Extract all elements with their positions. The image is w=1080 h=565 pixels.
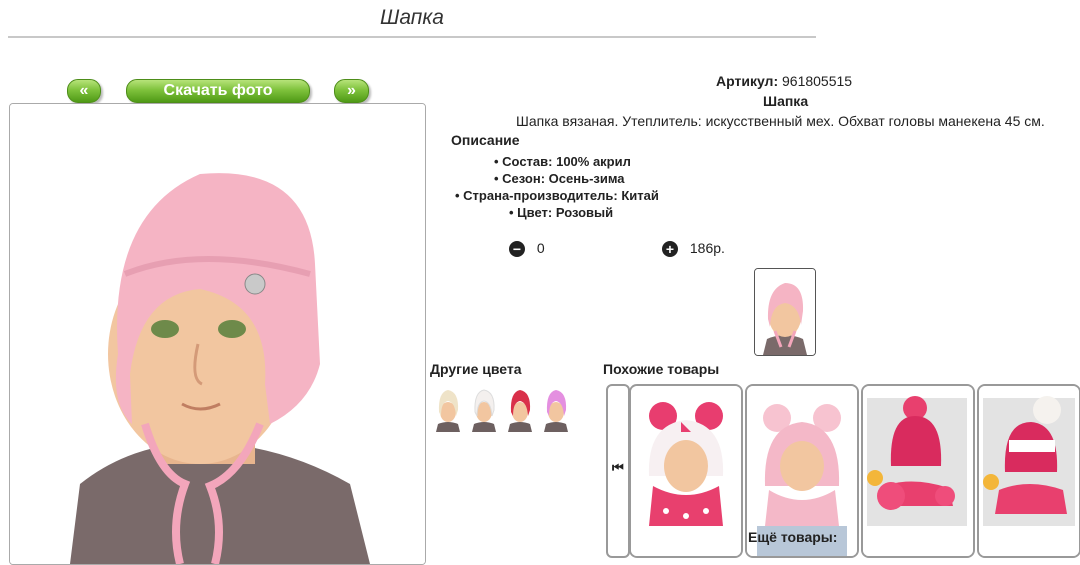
photo-thumbnail[interactable] [754, 268, 816, 356]
swatch-cream-image [432, 384, 464, 432]
skip-back-icon: ⏮ [612, 460, 624, 475]
similar-scroll-left-button[interactable]: ⏮ [606, 384, 630, 558]
price-control: + 186р. [662, 240, 725, 258]
article-value: 961805515 [782, 73, 853, 89]
article-line: Артикул: 961805515 [716, 73, 852, 89]
download-photo-button[interactable]: Скачать фото [126, 79, 310, 103]
color-swatch-red[interactable] [504, 384, 536, 432]
description-heading: Описание [451, 132, 520, 148]
color-swatch-cream[interactable] [432, 384, 464, 432]
product-name: Шапка [763, 93, 809, 109]
quantity-value: 0 [536, 240, 545, 256]
similar-item-card[interactable] [861, 384, 975, 558]
spec-item-color: Цвет: Розовый [509, 205, 613, 220]
swatch-violet-image [540, 384, 572, 432]
prev-photo-button[interactable]: « [67, 79, 101, 103]
product-photo-illustration [10, 104, 425, 564]
main-product-photo [9, 103, 426, 565]
color-swatch-white[interactable] [468, 384, 500, 432]
similar-item-image [863, 386, 973, 556]
spec-item-composition: Состав: 100% акрил [494, 154, 631, 169]
similar-item-card[interactable] [629, 384, 743, 558]
similar-item-image [631, 386, 741, 556]
swatch-red-image [504, 384, 536, 432]
product-summary: Шапка вязаная. Утеплитель: искусственный… [516, 113, 1045, 129]
similar-heading: Похожие товары [603, 361, 720, 377]
article-label: Артикул: [716, 73, 779, 89]
similar-item-card[interactable] [977, 384, 1080, 558]
spec-item-season: Сезон: Осень-зима [494, 171, 624, 186]
page-title: Шапка [8, 6, 816, 38]
color-swatch-violet[interactable] [540, 384, 572, 432]
other-colors-heading: Другие цвета [430, 361, 522, 377]
spec-item-country: Страна-производитель: Китай [455, 188, 659, 203]
next-photo-button[interactable]: » [334, 79, 369, 103]
quantity-control: − 0 [509, 240, 545, 258]
swatch-white-image [468, 384, 500, 432]
minus-icon[interactable]: − [509, 241, 525, 258]
similar-item-image [979, 386, 1079, 556]
thumbnail-illustration [755, 269, 815, 355]
price-value: 186р. [689, 240, 725, 256]
plus-icon[interactable]: + [662, 241, 678, 258]
